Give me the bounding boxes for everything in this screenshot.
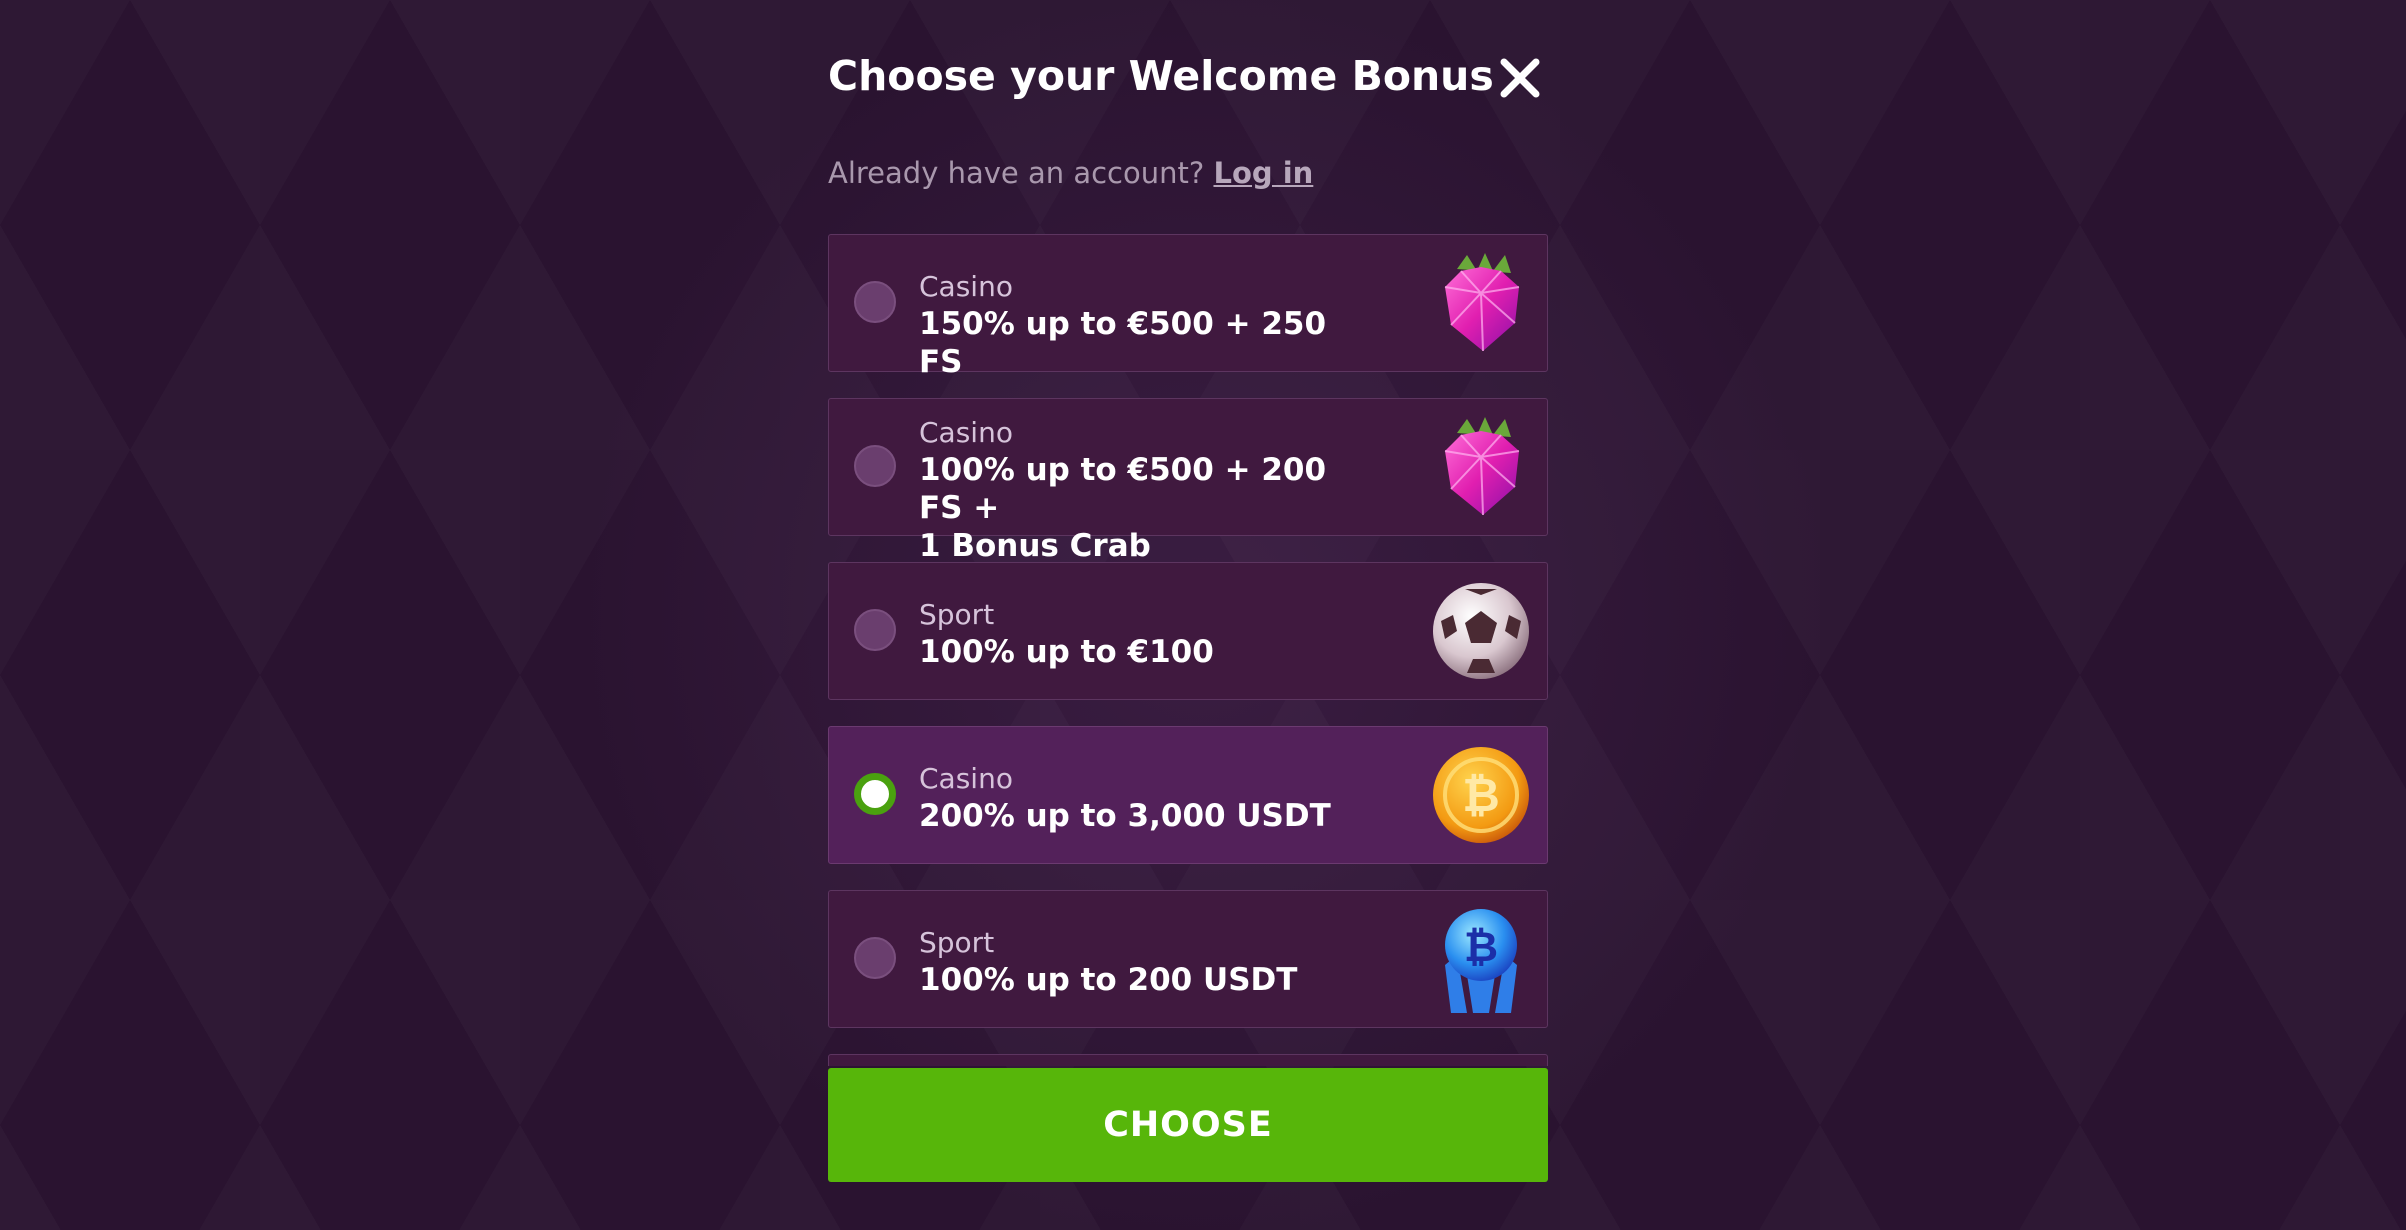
- svg-text:₿: ₿: [1462, 768, 1500, 822]
- bonus-option-sport-200-usdt[interactable]: Sport 100% up to 200 USDT ₿: [828, 890, 1548, 1028]
- bonus-option-casino-150[interactable]: Casino 150% up to €500 + 250 FS: [828, 234, 1548, 380]
- welcome-bonus-modal: Choose your Welcome Bonus Already have a…: [828, 0, 1548, 1230]
- modal-title: Choose your Welcome Bonus: [828, 52, 1494, 100]
- bonus-option-partial[interactable]: [828, 1054, 1548, 1066]
- bonus-offer: 200% up to 3,000 USDT: [919, 798, 1331, 834]
- bonus-offer: 150% up to €500 + 250 FS: [919, 306, 1327, 380]
- bonus-list: Casino 150% up to €500 + 250 FS Casino 1…: [828, 234, 1548, 1066]
- radio-button[interactable]: [854, 281, 896, 323]
- choose-button[interactable]: CHOOSE: [828, 1068, 1548, 1182]
- radio-button[interactable]: [854, 445, 896, 487]
- bonus-category: Casino: [919, 762, 1013, 795]
- bitcoin-coin-icon: ₿: [1433, 747, 1529, 843]
- bonus-offer-line-2: 1 Bonus Crab: [919, 528, 1151, 564]
- bitcoin-crystal-icon: ₿: [1445, 909, 1517, 1013]
- raspberry-gem-icon: [1444, 253, 1520, 352]
- bonus-option-sport-100-eur[interactable]: Sport 100% up to €100: [828, 562, 1548, 700]
- bonus-category: Casino: [919, 270, 1013, 303]
- soccer-ball-icon: [1433, 583, 1529, 679]
- bonus-category: Sport: [919, 926, 995, 959]
- login-prompt: Already have an account?: [828, 156, 1205, 190]
- svg-text:₿: ₿: [1464, 922, 1498, 971]
- bonus-category: Casino: [919, 416, 1013, 449]
- bonus-option-casino-200-usdt[interactable]: Casino 200% up to 3,000 USDT ₿: [828, 726, 1548, 864]
- radio-button[interactable]: [854, 609, 896, 651]
- login-prompt-line: Already have an account? Log in: [828, 156, 1313, 190]
- radio-button-selected[interactable]: [854, 773, 896, 815]
- bonus-offer: 100% up to €100: [919, 634, 1214, 670]
- close-icon[interactable]: [1496, 54, 1544, 102]
- bonus-offer: 100% up to 200 USDT: [919, 962, 1298, 998]
- bonus-category: Sport: [919, 598, 995, 631]
- bonus-offer-line-1: 100% up to €500 + 200 FS +: [919, 452, 1327, 526]
- raspberry-gem-icon: [1444, 417, 1520, 516]
- radio-button[interactable]: [854, 937, 896, 979]
- bonus-option-casino-100[interactable]: Casino 100% up to €500 + 200 FS + 1 Bonu…: [828, 398, 1548, 564]
- login-link[interactable]: Log in: [1213, 156, 1313, 190]
